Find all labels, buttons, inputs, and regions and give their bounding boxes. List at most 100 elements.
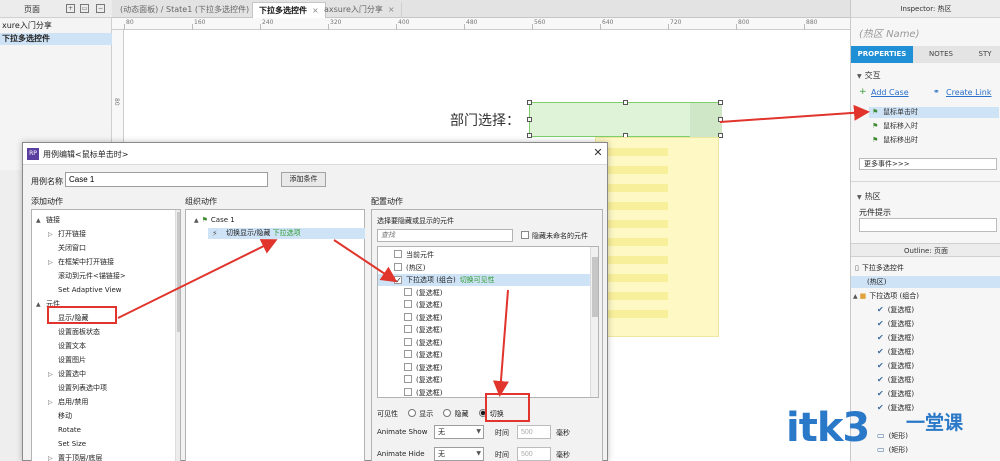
animate-show-time-input[interactable] bbox=[517, 425, 551, 439]
widget-checkbox[interactable] bbox=[404, 350, 412, 358]
action-item[interactable]: 设置图片 bbox=[32, 353, 86, 367]
outline-item-page[interactable]: ▯ 下拉多选控件 bbox=[855, 262, 1000, 274]
widget-checkbox[interactable] bbox=[404, 287, 412, 296]
widget-list-item[interactable]: 当前元件 bbox=[378, 249, 590, 261]
widget-checkbox[interactable] bbox=[394, 250, 402, 258]
tab-notes[interactable]: NOTES bbox=[913, 46, 969, 63]
action-item[interactable]: 关闭窗口 bbox=[32, 241, 86, 255]
action-item[interactable]: Set Adaptive View bbox=[32, 283, 122, 297]
add-case-link[interactable]: Add Case bbox=[871, 88, 909, 97]
action-item[interactable]: 设置面板状态 bbox=[32, 325, 100, 339]
resize-handle[interactable] bbox=[623, 100, 628, 105]
widget-checkbox[interactable] bbox=[404, 337, 412, 346]
widget-checkbox[interactable] bbox=[394, 276, 402, 284]
widget-checkbox[interactable] bbox=[404, 312, 412, 321]
action-item[interactable]: 滚动到元件<锚链接> bbox=[32, 269, 126, 283]
outline-item-checkbox[interactable]: ✔ (复选框) bbox=[877, 360, 914, 372]
expand-icon[interactable]: ▷ bbox=[48, 256, 58, 270]
dropdown-options-group[interactable] bbox=[595, 137, 719, 337]
widget-checkbox[interactable] bbox=[404, 325, 412, 333]
tab-dropdown-control[interactable]: 下拉多选控件 × bbox=[252, 2, 326, 18]
action-category[interactable]: ▲ 链接 bbox=[32, 213, 60, 227]
case-node[interactable]: ▲ ⚑ Case 1 bbox=[194, 216, 235, 224]
widget-list-item[interactable]: 下拉选项 (组合)切换可见性 bbox=[378, 274, 590, 286]
outline-item-hotspot[interactable]: (热区) bbox=[851, 276, 1000, 288]
action-item[interactable]: Rotate bbox=[32, 423, 81, 437]
expand-icon[interactable]: ▲ bbox=[36, 298, 46, 312]
outline-item-checkbox[interactable]: ✔ (复选框) bbox=[877, 346, 914, 358]
action-item[interactable]: ▷ 置于顶层/底层 bbox=[32, 451, 102, 461]
scrollbar-thumb[interactable] bbox=[592, 257, 598, 317]
widget-list-item[interactable]: (复选框) bbox=[378, 362, 590, 374]
outline-item-checkbox[interactable]: ✔ (复选框) bbox=[877, 318, 914, 330]
event-on-click[interactable]: ⚑ 鼠标单击时 bbox=[869, 107, 999, 118]
action-item[interactable]: ▷ 启用/禁用 bbox=[32, 395, 88, 409]
close-icon[interactable]: ✕ bbox=[591, 146, 605, 160]
interaction-section-header[interactable]: ▼ 交互 bbox=[857, 70, 881, 81]
expand-icon[interactable]: ▷ bbox=[48, 396, 58, 410]
action-item[interactable]: ▷ 设置选中 bbox=[32, 367, 86, 381]
tooltip-input[interactable] bbox=[859, 218, 997, 232]
add-page-icon[interactable]: + bbox=[66, 4, 75, 13]
widget-list-scrollbar[interactable] bbox=[590, 247, 598, 397]
create-link-link[interactable]: Create Link bbox=[946, 88, 992, 97]
outline-item-group[interactable]: ▲ ■ 下拉选项 (组合) bbox=[853, 290, 919, 302]
animate-show-select[interactable]: 无 ▼ bbox=[434, 425, 484, 439]
widget-list-item[interactable]: (复选框) bbox=[378, 337, 590, 349]
case-name-input[interactable] bbox=[65, 172, 268, 187]
widget-search-input[interactable] bbox=[377, 229, 513, 242]
page-item[interactable]: xure入门分享 bbox=[0, 20, 112, 32]
widget-checkbox[interactable] bbox=[404, 387, 412, 396]
animate-hide-time-input[interactable] bbox=[517, 447, 551, 461]
hotspot-section-header[interactable]: ▼ 热区 bbox=[857, 191, 881, 202]
tab-dynamic-panel[interactable]: (动态面板) / State1 (下拉多选控件) bbox=[114, 2, 257, 18]
collapse-icon[interactable]: ▲ bbox=[853, 293, 858, 300]
widget-name-field[interactable]: (热区 Name) bbox=[859, 25, 919, 40]
outline-item-checkbox[interactable]: ✔ (复选框) bbox=[877, 332, 914, 344]
event-mouse-leave[interactable]: ⚑ 鼠标移出时 bbox=[869, 135, 999, 146]
action-item[interactable]: 移动 bbox=[32, 409, 72, 423]
widget-list-item[interactable]: (复选框) bbox=[378, 324, 590, 336]
expand-icon[interactable]: ▷ bbox=[48, 228, 58, 242]
outline-item-rectangle[interactable]: ▭ (矩形) bbox=[877, 444, 908, 456]
expand-icon[interactable]: ▷ bbox=[48, 368, 58, 382]
event-mouse-enter[interactable]: ⚑ 鼠标移入时 bbox=[869, 121, 999, 132]
widget-list-item[interactable]: (复选框) bbox=[378, 299, 590, 311]
widget-list-item[interactable]: (复选框) bbox=[378, 312, 590, 324]
tab-axsure-intro[interactable]: axsure入门分享 × bbox=[318, 2, 402, 18]
outline-item-rectangle[interactable]: ▭ (矩形) bbox=[877, 430, 908, 442]
tab-style[interactable]: STY bbox=[969, 46, 1000, 63]
resize-handle[interactable] bbox=[527, 117, 532, 122]
widget-list-item[interactable]: (热区) bbox=[378, 262, 590, 274]
widget-checkbox[interactable] bbox=[404, 362, 412, 371]
action-node-toggle-visibility[interactable]: ⚡ 切换显示/隐藏 下拉选项 bbox=[208, 228, 365, 239]
add-folder-icon[interactable]: ▭ bbox=[80, 4, 89, 13]
more-events-select[interactable]: 更多事件>>> bbox=[859, 158, 997, 170]
page-item-selected[interactable]: 下拉多选控件 bbox=[0, 33, 112, 45]
widget-list-item[interactable]: (复选框) bbox=[378, 374, 590, 386]
collapse-icon[interactable]: ▲ bbox=[194, 217, 199, 224]
scrollbar-thumb[interactable] bbox=[177, 212, 180, 332]
widget-checkbox[interactable] bbox=[404, 300, 412, 308]
action-item[interactable]: Set Size bbox=[32, 437, 86, 451]
outline-item-checkbox[interactable]: ✔ (复选框) bbox=[877, 388, 914, 400]
action-tree-scrollbar[interactable] bbox=[175, 210, 180, 461]
close-icon[interactable]: × bbox=[388, 5, 395, 14]
widget-checkbox[interactable] bbox=[404, 375, 412, 383]
hide-unnamed-checkbox[interactable] bbox=[521, 231, 529, 239]
resize-handle[interactable] bbox=[718, 117, 723, 122]
action-item[interactable]: 设置文本 bbox=[32, 339, 86, 353]
action-item[interactable]: ▷ 在框架中打开链接 bbox=[32, 255, 114, 269]
resize-handle[interactable] bbox=[527, 100, 532, 105]
outline-item-checkbox[interactable]: ✔ (复选框) bbox=[877, 304, 914, 316]
resize-handle[interactable] bbox=[718, 100, 723, 105]
animate-hide-select[interactable]: 无 ▼ bbox=[434, 447, 484, 461]
hide-radio[interactable] bbox=[443, 409, 452, 417]
widget-list-item[interactable]: (复选框) bbox=[378, 287, 590, 299]
outline-item-checkbox[interactable]: ✔ (复选框) bbox=[877, 374, 914, 386]
widget-list-item[interactable]: (复选框) bbox=[378, 349, 590, 361]
add-condition-button[interactable]: 添加条件 bbox=[281, 172, 326, 187]
widget-list-item[interactable]: (复选框) bbox=[378, 387, 590, 398]
hotspot-widget[interactable] bbox=[527, 100, 723, 138]
expand-icon[interactable]: ▷ bbox=[48, 452, 58, 461]
